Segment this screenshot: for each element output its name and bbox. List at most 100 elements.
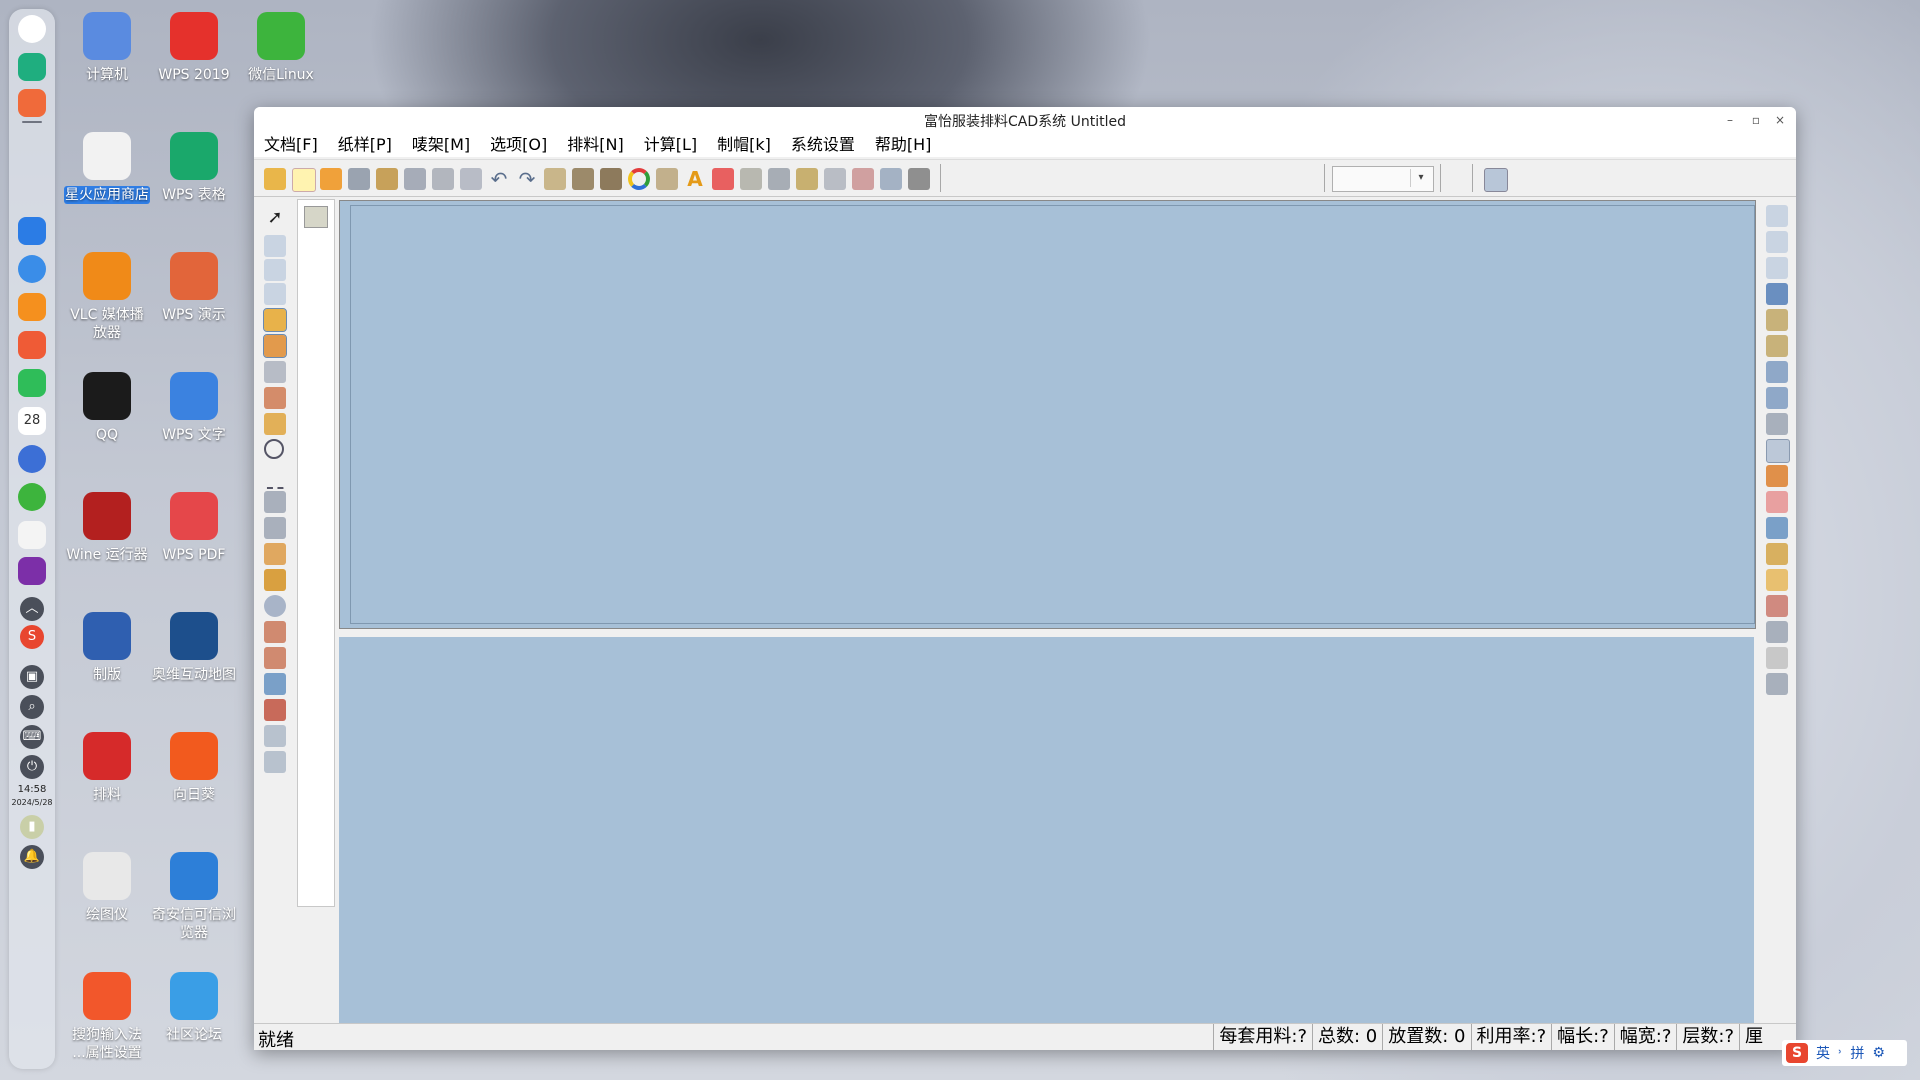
sogou-tray-icon[interactable]: S [20, 625, 44, 649]
delete-icon[interactable] [908, 168, 930, 190]
ruler-icon[interactable] [264, 413, 286, 435]
cut-icon[interactable] [264, 621, 286, 643]
zoom-in-icon[interactable] [264, 235, 286, 257]
garment-icon[interactable] [880, 168, 902, 190]
select-arrow-icon[interactable]: ➚ [264, 207, 286, 229]
sogou-icon[interactable] [83, 972, 131, 1020]
desktop-icon[interactable]: Wine 运行器 [64, 492, 150, 564]
grid-icon[interactable] [656, 168, 678, 190]
desktop-icon-label[interactable]: 搜狗输入法 ...属性设置 [64, 1026, 150, 1062]
wps-spreadsheet-icon[interactable] [170, 132, 218, 180]
notification-icon[interactable]: 🔔 [20, 845, 44, 869]
export-icon[interactable] [1766, 673, 1788, 695]
ime-mode[interactable]: 拼 [1850, 1043, 1864, 1063]
shop-icon[interactable] [18, 293, 46, 321]
desktop-icon[interactable]: QQ [64, 372, 150, 444]
plotter-icon[interactable] [83, 852, 131, 900]
desktop-icon-label[interactable]: QQ [64, 426, 150, 444]
menu-item[interactable]: 文档[F] [264, 133, 318, 157]
cross-icon[interactable] [264, 387, 286, 409]
redo-icon[interactable]: ↷ [516, 168, 538, 190]
list-icon[interactable] [768, 168, 790, 190]
desktop-icon-label[interactable]: 向日葵 [151, 786, 237, 804]
power-icon[interactable]: ⏻ [20, 755, 44, 779]
settings-icon[interactable] [18, 445, 46, 473]
desktop-icon-label[interactable]: WPS PDF [151, 546, 237, 564]
pin-icon[interactable] [852, 168, 874, 190]
chevron-down-icon[interactable]: ▾ [1410, 169, 1431, 187]
wps-writer-icon[interactable] [170, 372, 218, 420]
ovital-map-icon[interactable] [170, 612, 218, 660]
desktop-icon-label[interactable]: WPS 2019 [151, 66, 237, 84]
marker-layout-icon[interactable] [83, 732, 131, 780]
flip-icon[interactable] [264, 517, 286, 539]
music-icon[interactable] [18, 369, 46, 397]
menu-item[interactable]: 帮助[H] [875, 133, 932, 157]
menu-item[interactable]: 选项[O] [490, 133, 547, 157]
slash-icon[interactable] [1766, 595, 1788, 617]
stack-icon[interactable] [1766, 413, 1788, 435]
minimize-button[interactable]: – [1720, 110, 1740, 130]
arrange-icon[interactable] [1766, 361, 1788, 383]
cloud-icon[interactable] [1766, 283, 1788, 305]
app-store-icon[interactable] [18, 217, 46, 245]
download-icon[interactable] [1766, 569, 1788, 591]
pattern-making-icon[interactable] [83, 612, 131, 660]
copy-piece-icon[interactable] [264, 491, 286, 513]
desktop-icon[interactable]: 排料 [64, 732, 150, 804]
zoom-all-icon[interactable] [1766, 257, 1788, 279]
rotate-piece-icon[interactable] [263, 334, 287, 358]
desktop-icon-label[interactable]: 奇安信可信浏览器 [151, 906, 237, 942]
desktop-icon[interactable]: WPS PDF [151, 492, 237, 564]
desktop-icon[interactable]: WPS 演示 [151, 252, 237, 324]
desktop-icon[interactable]: WPS 表格 [151, 132, 237, 204]
sunlogin-icon[interactable] [170, 732, 218, 780]
desktop-icon[interactable]: WPS 文字 [151, 372, 237, 444]
marker-canvas[interactable] [339, 200, 1756, 629]
calendar-icon[interactable]: 28 [18, 407, 46, 435]
zoom-out-icon[interactable] [264, 259, 286, 281]
ruler-pen-icon[interactable] [572, 168, 594, 190]
desktop-icon-label[interactable]: VLC 媒体播放器 [64, 306, 150, 342]
multitask-view-icon[interactable] [18, 53, 46, 81]
forum-icon[interactable] [170, 972, 218, 1020]
desktop-icon-label[interactable]: 星火应用商店 [64, 186, 150, 204]
pattern-icon[interactable] [1766, 491, 1788, 513]
wps-pdf-icon[interactable] [170, 492, 218, 540]
desktop-icon[interactable]: 搜狗输入法 ...属性设置 [64, 972, 150, 1062]
plotter-icon[interactable] [432, 168, 454, 190]
sogou-icon[interactable]: S [1786, 1043, 1808, 1063]
clock-time[interactable]: 14:58 [9, 784, 55, 795]
text-icon[interactable]: A [684, 168, 706, 190]
wechat-icon[interactable] [257, 12, 305, 60]
menu-item[interactable]: 计算[L] [644, 133, 697, 157]
piece-staging-area[interactable] [339, 637, 1754, 1027]
desktop-icon-label[interactable]: 绘图仪 [64, 906, 150, 924]
close-button[interactable]: × [1770, 110, 1790, 130]
qianxin-browser-icon[interactable] [170, 852, 218, 900]
zoom-window-icon[interactable] [1766, 205, 1788, 227]
desktop-icon[interactable]: WPS 2019 [151, 12, 237, 84]
table-icon[interactable] [796, 168, 818, 190]
shirt-icon[interactable] [348, 168, 370, 190]
no-move-icon[interactable] [264, 699, 286, 721]
piece-icon[interactable] [544, 168, 566, 190]
save-icon[interactable] [376, 168, 398, 190]
layers-icon[interactable] [740, 168, 762, 190]
maximize-button[interactable]: ▫ [1746, 110, 1766, 130]
desktop-icon[interactable]: 绘图仪 [64, 852, 150, 924]
print-icon[interactable] [404, 168, 426, 190]
qq-icon[interactable] [83, 372, 131, 420]
desktop-icon[interactable]: 奥维互动地图 [151, 612, 237, 684]
computer-icon[interactable] [83, 12, 131, 60]
desktop-icon-label[interactable]: 社区论坛 [151, 1026, 237, 1044]
menu-item[interactable]: 排料[N] [567, 133, 623, 157]
note-icon[interactable] [1766, 543, 1788, 565]
desktop-icon-label[interactable]: 微信Linux [238, 66, 324, 84]
desktop-icon[interactable]: 微信Linux [238, 12, 324, 84]
workspace-icon[interactable] [18, 89, 46, 117]
piece-list-panel[interactable] [297, 199, 335, 907]
spark-store-icon[interactable] [83, 132, 131, 180]
folder-icon[interactable] [1766, 621, 1788, 643]
find-icon[interactable] [264, 751, 286, 773]
